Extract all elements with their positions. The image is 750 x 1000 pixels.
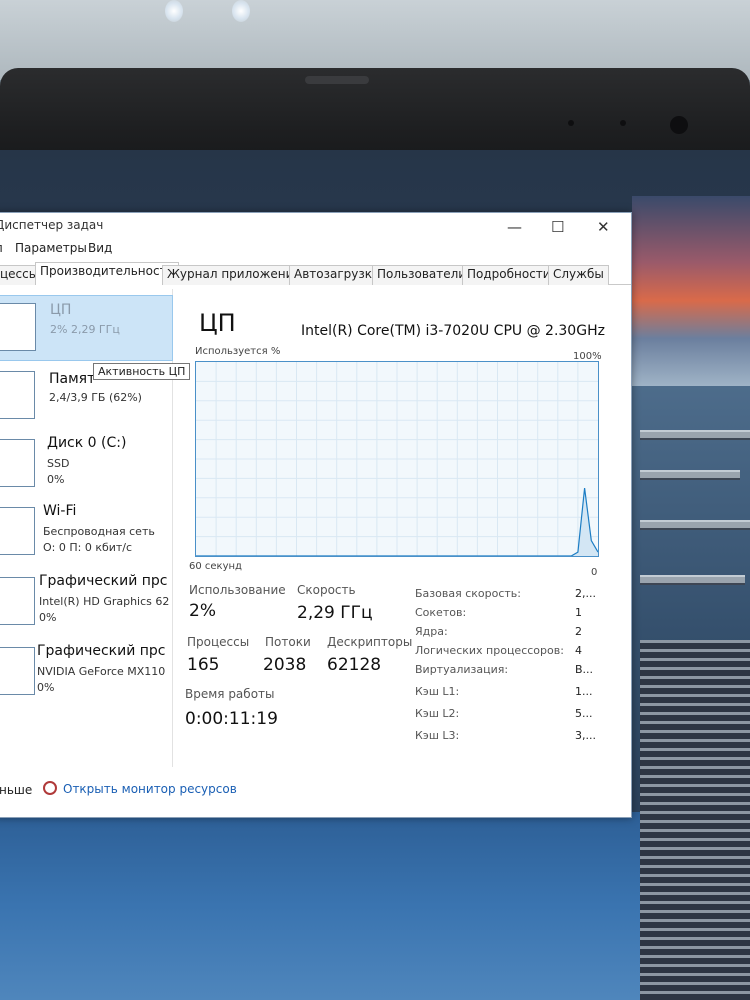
title-bar[interactable]: Диспетчер задач — ☐ ✕ [0,213,631,241]
sidebar-item-value: 0% [47,473,65,486]
memory-thumbnail-graph [0,371,35,419]
cpu-usage-chart [196,362,598,556]
tab-startup[interactable]: Автозагрузка [289,265,385,285]
cpu-detail-panel: ЦП Intel(R) Core(TM) i3-7020U CPU @ 2.30… [183,289,629,769]
sockets-label: Сокетов: [415,606,467,619]
wallpaper-sky [632,196,750,386]
threads-value: 2038 [263,655,307,675]
bezel-notch [305,76,369,84]
cache-l1-value: 1... [575,685,593,698]
graph-zero-label: 0 [591,567,598,578]
webcam [568,120,574,126]
sidebar-item-disk[interactable]: Диск 0 (C:) SSD 0% [0,433,173,499]
cache-l1-label: Кэш L1: [415,685,460,698]
uptime-label: Время работы [185,687,275,701]
wallpaper-pier [640,640,750,1000]
sidebar-item-gpu-nvidia[interactable]: Графический прс NVIDIA GeForce MX110 0% [0,641,173,707]
cache-l2-label: Кэш L2: [415,707,460,720]
tab-app-history[interactable]: Журнал приложений [162,265,307,285]
handles-value: 62128 [327,655,382,675]
cache-l2-value: 5... [575,707,593,720]
processes-value: 165 [187,655,220,675]
tab-services[interactable]: Службы [548,265,609,285]
handles-label: Дескрипторы [327,635,413,649]
wifi-thumbnail-graph [0,507,35,555]
sidebar-item-type: Intel(R) HD Graphics 62 [39,595,170,608]
ceiling-light [165,0,183,22]
sidebar-item-type: Беспроводная сеть [43,525,155,538]
wallpaper-plank [640,470,740,480]
footer-bar: ньше Открыть монитор ресурсов [0,769,631,819]
logical-processors-value: 4 [575,644,582,657]
tab-users[interactable]: Пользователи [372,265,472,285]
webcam [620,120,626,126]
sidebar-item-label: Графический прс [39,573,168,589]
speed-label: Скорость [297,583,356,597]
graph-time-label: 60 секунд [189,561,242,572]
page-title: ЦП [199,309,236,337]
base-speed-label: Базовая скорость: [415,587,521,600]
wallpaper-plank [640,520,750,530]
performance-sidebar: ЦП 2% 2,29 ГГц Памят 2,4/3,9 ГБ (62%) Ди… [0,289,191,767]
usage-label: Использование [189,583,286,597]
sidebar-item-value: 2% 2,29 ГГц [50,323,120,336]
fewer-details-link[interactable]: ньше [0,783,32,797]
sidebar-item-gpu-intel[interactable]: Графический прс Intel(R) HD Graphics 62 … [0,571,173,637]
processes-label: Процессы [187,635,250,649]
sidebar-item-label: ЦП [50,302,72,318]
close-icon[interactable]: ✕ [597,219,610,235]
graph-y-label: Используется % [195,346,281,357]
tab-performance[interactable]: Производительность [35,262,179,285]
sidebar-item-label: Диск 0 (C:) [47,435,127,451]
sidebar-item-value: 2,4/3,9 ГБ (62%) [49,391,142,404]
desktop-wallpaper-bottom [0,812,640,1000]
cores-value: 2 [575,625,582,638]
cores-label: Ядра: [415,625,448,638]
virtualization-label: Виртуализация: [415,663,509,676]
virtualization-value: В... [575,663,594,676]
webcam [670,116,688,134]
cpu-usage-graph [195,361,599,557]
cpu-model-name: Intel(R) Core(TM) i3-7020U CPU @ 2.30GHz [301,323,605,339]
sidebar-item-label: Wi-Fi [43,503,77,519]
cache-l3-label: Кэш L3: [415,729,460,742]
sidebar-item-cpu[interactable]: ЦП 2% 2,29 ГГц [0,295,173,361]
sidebar-item-value: 0% [37,681,55,694]
sockets-value: 1 [575,606,582,619]
task-manager-window: Диспетчер задач — ☐ ✕ л Параметры Вид це… [0,212,632,818]
menu-view[interactable]: Вид [88,241,112,255]
wallpaper-plank [640,575,745,585]
sidebar-item-label: Памят [49,371,96,387]
sidebar-item-type: SSD [47,457,70,470]
cpu-thumbnail-graph [0,303,36,351]
disk-thumbnail-graph [0,439,35,487]
base-speed-value: 2,... [575,587,596,600]
tab-details[interactable]: Подробности [462,265,556,285]
maximize-icon[interactable]: ☐ [551,219,564,235]
gpu-thumbnail-graph [0,647,35,695]
uptime-value: 0:00:11:19 [185,709,278,729]
sidebar-item-value: О: 0 П: 0 кбит/с [43,541,133,554]
sidebar-item-type: NVIDIA GeForce MX110 [37,665,166,678]
tab-bar: цессы Производительность Журнал приложен… [0,261,631,285]
sidebar-item-wifi[interactable]: Wi-Fi Беспроводная сеть О: 0 П: 0 кбит/с [0,501,173,567]
menu-parameters[interactable]: Параметры [15,241,87,255]
wallpaper-plank [640,430,750,440]
window-title: Диспетчер задач [0,218,104,232]
logical-processors-label: Логических процессоров: [415,644,564,657]
threads-label: Потоки [265,635,311,649]
sidebar-item-value: 0% [39,611,57,624]
sidebar-item-label: Графический прс [37,643,166,659]
minimize-icon[interactable]: — [507,219,522,235]
cpu-activity-tooltip: Активность ЦП [93,363,191,380]
open-resource-monitor-link[interactable]: Открыть монитор ресурсов [63,782,237,796]
usage-value: 2% [189,601,216,621]
ceiling-light [232,0,250,22]
gpu-thumbnail-graph [0,577,35,625]
speed-value: 2,29 ГГц [297,603,373,623]
menu-file-cut[interactable]: л [0,241,3,255]
resource-monitor-icon [43,781,57,795]
cache-l3-value: 3,... [575,729,596,742]
